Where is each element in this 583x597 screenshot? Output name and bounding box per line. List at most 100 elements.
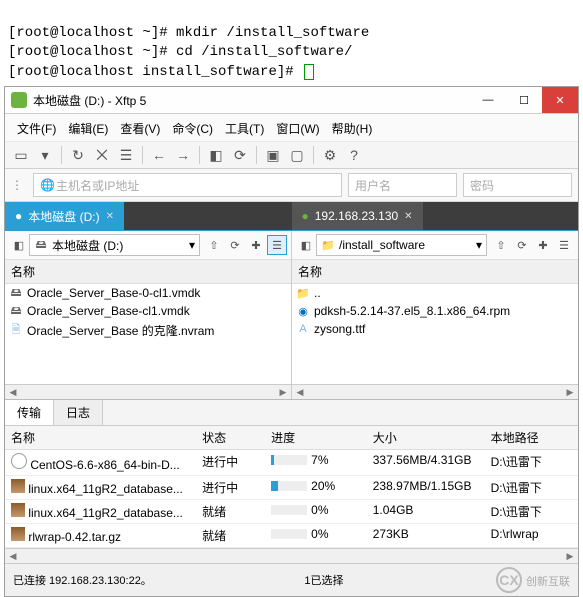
scrollbar-horizontal[interactable]: ◀ ▶: [5, 384, 291, 399]
forward-icon[interactable]: →: [173, 145, 193, 165]
remote-path-input[interactable]: 📁 /install_software ▾: [316, 234, 487, 256]
column-header-name[interactable]: 名称: [5, 260, 291, 284]
pane-toggle-icon[interactable]: ◧: [296, 235, 316, 255]
host-input[interactable]: 🌐 主机名或IP地址: [33, 173, 342, 197]
scroll-left-icon[interactable]: ◀: [294, 387, 306, 398]
back-icon[interactable]: ←: [149, 145, 169, 165]
close-button[interactable]: ✕: [542, 87, 578, 113]
refresh-icon[interactable]: ⟳: [225, 235, 245, 255]
titlebar[interactable]: 本地磁盘 (D:) - Xftp 5 — ☐ ✕: [5, 87, 578, 114]
local-path-input[interactable]: 🖴 本地磁盘 (D:) ▾: [29, 234, 200, 256]
list-item-up[interactable]: 📁..: [292, 284, 578, 302]
archive-icon: [11, 527, 25, 541]
disc-icon: [11, 453, 27, 469]
password-input[interactable]: 密码: [463, 173, 572, 197]
user-input[interactable]: 用户名: [348, 173, 457, 197]
remote-file-list[interactable]: 📁.. ◉pdksh-5.2.14-37.el5_8.1.x86_64.rpm …: [292, 284, 578, 384]
tab-local[interactable]: ● 本地磁盘 (D:) ✕: [5, 202, 124, 230]
view-list-icon[interactable]: ☰: [554, 235, 574, 255]
remote-pane: ◧ 📁 /install_software ▾ ⇧ ⟳ ✚ ☰ 名称 📁.. ◉…: [292, 231, 578, 399]
list-item[interactable]: 🗎Oracle_Server_Base 的克隆.nvram: [5, 320, 291, 341]
col-status[interactable]: 状态: [196, 426, 265, 449]
maximize-button[interactable]: ☐: [506, 87, 542, 113]
transfer-row[interactable]: linux.x64_11gR2_database...就绪0%1.04GBD:\…: [5, 500, 578, 524]
options-icon[interactable]: ⚙: [320, 145, 340, 165]
refresh-icon[interactable]: ⟳: [230, 145, 250, 165]
menu-file[interactable]: 文件(F): [13, 118, 60, 139]
transfer-row[interactable]: CentOS-6.6-x86_64-bin-D...进行中7%337.56MB/…: [5, 450, 578, 476]
font-icon: A: [296, 322, 310, 336]
transfer-row[interactable]: linux.x64_11gR2_database...进行中20%238.97M…: [5, 476, 578, 500]
status-selection: 1已选择: [304, 572, 343, 588]
globe-icon: 🌐: [40, 178, 52, 192]
scrollbar-horizontal[interactable]: ◀ ▶: [292, 384, 578, 399]
menu-tools[interactable]: 工具(T): [221, 118, 268, 139]
rpm-icon: ◉: [296, 304, 310, 318]
col-path[interactable]: 本地路径: [485, 426, 578, 449]
view-list-icon[interactable]: ☰: [267, 235, 287, 255]
scroll-left-icon[interactable]: ◀: [7, 387, 19, 398]
tab-transfer[interactable]: 传输: [5, 400, 54, 425]
bookmark-icon[interactable]: ⋮: [11, 178, 23, 192]
xftp-window: 本地磁盘 (D:) - Xftp 5 — ☐ ✕ 文件(F) 编辑(E) 查看(…: [4, 86, 579, 597]
scroll-right-icon[interactable]: ▶: [277, 387, 289, 398]
disconnect-icon[interactable]: ⨉: [92, 145, 112, 165]
terminal-output: [root@localhost ~]# mkdir /install_softw…: [0, 0, 583, 86]
minimize-button[interactable]: —: [470, 87, 506, 113]
tab-log[interactable]: 日志: [54, 400, 103, 425]
scroll-right-icon[interactable]: ▶: [564, 387, 576, 398]
folder-up-icon: 📁: [296, 286, 310, 300]
pane-toggle-icon[interactable]: ◧: [9, 235, 29, 255]
col-progress[interactable]: 进度: [265, 426, 367, 449]
menu-window[interactable]: 窗口(W): [272, 118, 323, 139]
menu-help[interactable]: 帮助(H): [328, 118, 377, 139]
properties-icon[interactable]: ☰: [116, 145, 136, 165]
vmdk-icon: 🖴: [9, 304, 23, 318]
addressbar: ⋮ 🌐 主机名或IP地址 用户名 密码: [5, 169, 578, 202]
window-title: 本地磁盘 (D:) - Xftp 5: [33, 92, 470, 109]
menu-commands[interactable]: 命令(C): [168, 118, 217, 139]
refresh-icon[interactable]: ⟳: [512, 235, 532, 255]
pane-layout-icon[interactable]: ◧: [206, 145, 226, 165]
terminal-icon[interactable]: ▣: [263, 145, 283, 165]
up-dir-icon[interactable]: ⇧: [204, 235, 224, 255]
reconnect-icon[interactable]: ↻: [68, 145, 88, 165]
new-folder-icon[interactable]: ✚: [533, 235, 553, 255]
archive-icon: [11, 479, 25, 493]
menu-edit[interactable]: 编辑(E): [64, 118, 112, 139]
transfer-panel: 传输 日志 名称 状态 进度 大小 本地路径 CentOS-6.6-x86_64…: [5, 399, 578, 563]
local-pane: ◧ 🖴 本地磁盘 (D:) ▾ ⇧ ⟳ ✚ ☰ 名称 🖴Oracle_Serve…: [5, 231, 292, 399]
new-session-icon[interactable]: ▭: [11, 145, 31, 165]
list-item[interactable]: Azysong.ttf: [292, 320, 578, 338]
list-item[interactable]: 🖴Oracle_Server_Base-cl1.vmdk: [5, 302, 291, 320]
tab-remote[interactable]: ● 192.168.23.130 ✕: [292, 202, 423, 230]
col-size[interactable]: 大小: [367, 426, 485, 449]
open-session-icon[interactable]: ▾: [35, 145, 55, 165]
close-tab-icon[interactable]: ✕: [106, 211, 114, 222]
session-tabs: ● 本地磁盘 (D:) ✕ ● 192.168.23.130 ✕: [5, 202, 578, 230]
scroll-left-icon[interactable]: ◀: [7, 551, 19, 562]
watermark: CX创新互联: [496, 567, 570, 593]
list-item[interactable]: ◉pdksh-5.2.14-37.el5_8.1.x86_64.rpm: [292, 302, 578, 320]
terminal-cursor: [304, 64, 314, 80]
new-folder-icon[interactable]: ✚: [246, 235, 266, 255]
col-name[interactable]: 名称: [5, 426, 196, 449]
menubar: 文件(F) 编辑(E) 查看(V) 命令(C) 工具(T) 窗口(W) 帮助(H…: [5, 114, 578, 142]
drive-icon: 🖴: [34, 238, 48, 252]
file-icon: 🗎: [9, 324, 23, 338]
transfer-row[interactable]: rlwrap-0.42.tar.gz就绪0%273KBD:\rlwrap: [5, 524, 578, 548]
menu-view[interactable]: 查看(V): [116, 118, 164, 139]
scroll-right-icon[interactable]: ▶: [564, 551, 576, 562]
panes: ◧ 🖴 本地磁盘 (D:) ▾ ⇧ ⟳ ✚ ☰ 名称 🖴Oracle_Serve…: [5, 230, 578, 399]
up-dir-icon[interactable]: ⇧: [491, 235, 511, 255]
column-header-name[interactable]: 名称: [292, 260, 578, 284]
list-item[interactable]: 🖴Oracle_Server_Base-0-cl1.vmdk: [5, 284, 291, 302]
close-tab-icon[interactable]: ✕: [404, 211, 412, 222]
terminal-line: [root@localhost ~]# cd /install_software…: [8, 44, 352, 60]
new-terminal-icon[interactable]: ▢: [287, 145, 307, 165]
toolbar: ▭ ▾ ↻ ⨉ ☰ ← → ◧ ⟳ ▣ ▢ ⚙ ?: [5, 142, 578, 169]
bullet-icon: ●: [15, 209, 22, 223]
local-file-list[interactable]: 🖴Oracle_Server_Base-0-cl1.vmdk 🖴Oracle_S…: [5, 284, 291, 384]
help-icon[interactable]: ?: [344, 145, 364, 165]
scrollbar-horizontal[interactable]: ◀ ▶: [5, 548, 578, 563]
